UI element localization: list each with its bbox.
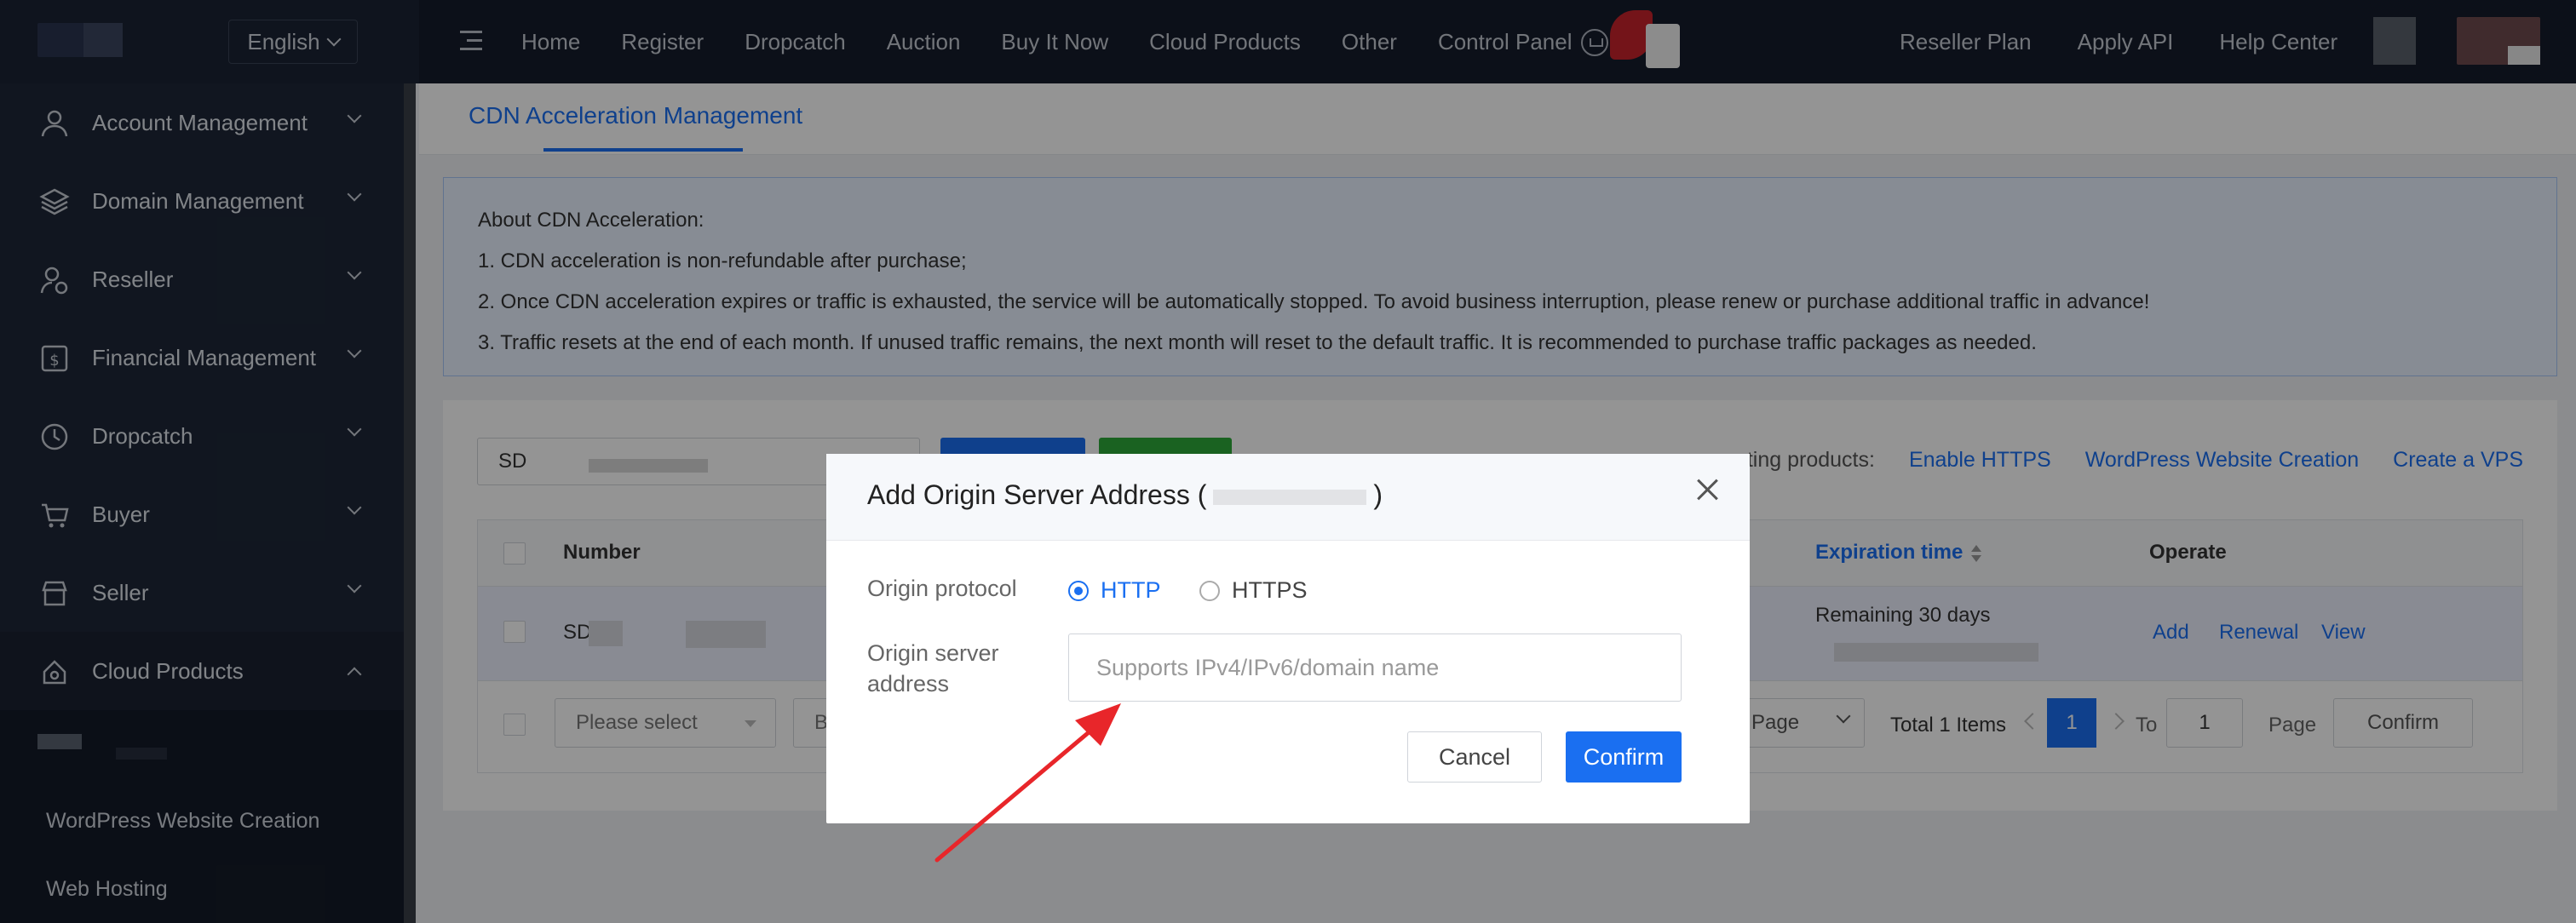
close-icon[interactable]: [1693, 476, 1721, 503]
dialog-header: Add Origin Server Address (): [826, 454, 1750, 541]
dialog-title: Add Origin Server Address (): [867, 479, 1383, 510]
protocol-radio-https[interactable]: HTTPS: [1199, 577, 1308, 604]
app-root: English Home Register Dropcatch Auction …: [0, 0, 2576, 923]
confirm-button[interactable]: Confirm: [1566, 731, 1682, 783]
add-origin-server-dialog: Add Origin Server Address () Origin prot…: [826, 454, 1750, 823]
redacted-domain: [1213, 489, 1367, 505]
origin-protocol-label: Origin protocol: [867, 576, 1017, 601]
cancel-button[interactable]: Cancel: [1407, 731, 1542, 783]
origin-server-address-label: Origin server address: [867, 640, 999, 697]
protocol-radio-http[interactable]: HTTP: [1068, 577, 1161, 604]
radio-checked-icon: [1068, 580, 1089, 601]
origin-server-address-input[interactable]: [1068, 633, 1682, 702]
radio-unchecked-icon: [1199, 580, 1220, 601]
